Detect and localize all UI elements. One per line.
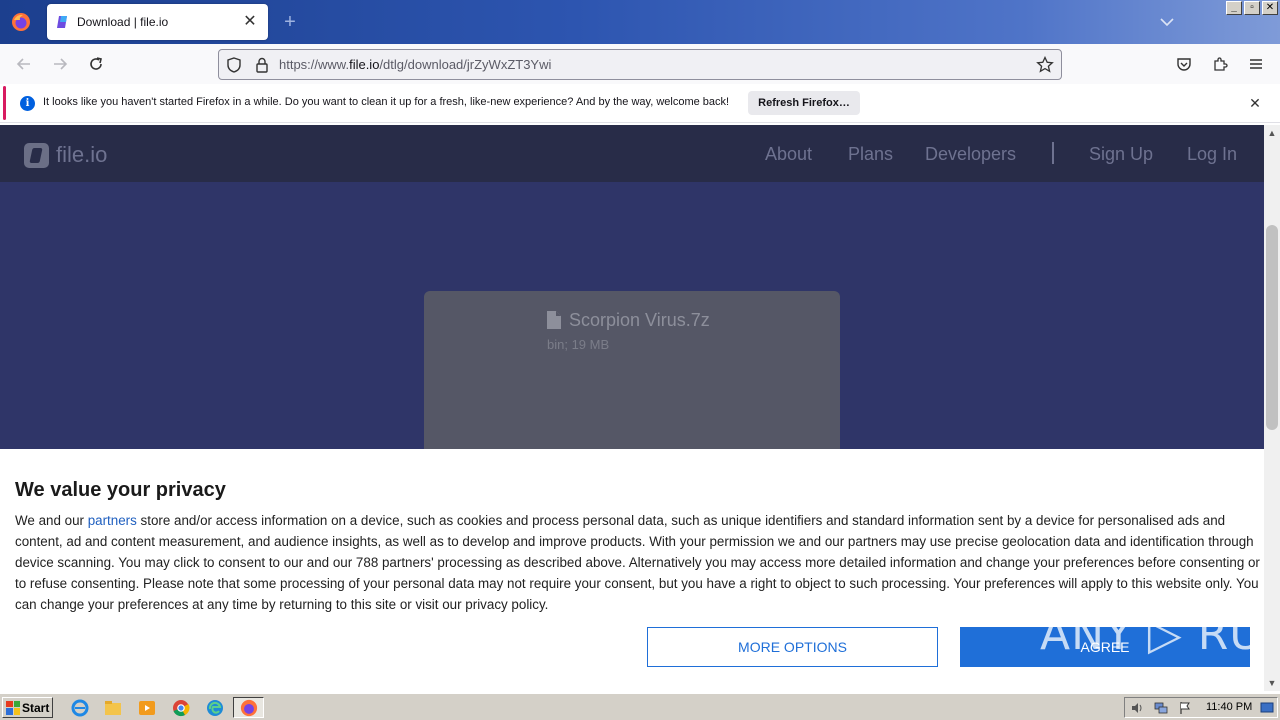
browser-titlebar: Download | file.io ✕ + _ ▫ ✕ (0, 0, 1280, 44)
clock: 11:40 PM (1206, 701, 1253, 713)
tab-title: Download | file.io (77, 15, 169, 29)
nav-log-in[interactable]: Log In (1187, 144, 1237, 165)
back-arrow-icon[interactable] (14, 54, 34, 74)
nav-sign-up[interactable]: Sign Up (1089, 144, 1153, 165)
file-name: Scorpion Virus.7z (569, 310, 710, 330)
internet-explorer-icon[interactable] (71, 699, 89, 717)
refresh-firefox-button[interactable]: Refresh Firefox… (748, 91, 860, 115)
firefox-taskbar-icon (240, 699, 258, 717)
info-icon: i (20, 96, 35, 111)
url-path: /dtlg/download/jrZyWxZT3Ywi (379, 57, 552, 72)
scroll-up-icon[interactable]: ▲ (1264, 125, 1280, 141)
pocket-icon[interactable] (1174, 54, 1194, 74)
file-io-favicon-icon (57, 16, 67, 28)
extensions-puzzle-icon[interactable] (1210, 54, 1230, 74)
file-icon (547, 311, 561, 329)
scroll-thumb[interactable] (1266, 225, 1278, 430)
tab-close-icon[interactable]: ✕ (242, 14, 258, 30)
url-prefix: https://www. (279, 57, 350, 72)
site-header: file.io About Plans Developers Sign Up L… (0, 125, 1264, 182)
windows-taskbar: Start 11:40 PM (0, 693, 1280, 720)
nav-plans[interactable]: Plans (848, 144, 893, 165)
restore-button[interactable]: ▫ (1244, 1, 1260, 15)
nav-about[interactable]: About (765, 144, 812, 165)
file-meta: bin; 19 MB (547, 337, 610, 352)
agree-button[interactable]: AGREE (960, 627, 1250, 667)
list-all-tabs-icon[interactable] (1158, 14, 1176, 30)
forward-arrow-icon[interactable] (50, 54, 70, 74)
file-explorer-icon[interactable] (104, 699, 122, 717)
consent-text-before: We and our (15, 513, 88, 528)
taskbar-firefox-active[interactable] (233, 697, 264, 718)
tracking-protection-shield-icon[interactable] (225, 56, 243, 74)
reload-icon[interactable] (86, 54, 106, 74)
site-logo[interactable]: file.io (24, 142, 107, 168)
minimize-button[interactable]: _ (1226, 1, 1242, 15)
notification-message: It looks like you haven't started Firefo… (43, 96, 730, 108)
firefox-logo-icon[interactable] (0, 0, 42, 44)
action-center-flag-icon[interactable] (1178, 701, 1192, 715)
screen: Download | file.io ✕ + _ ▫ ✕ https://www… (0, 0, 1280, 720)
hamburger-menu-icon[interactable] (1246, 54, 1266, 74)
url-text: https://www.file.io/dtlg/download/jrZyWx… (279, 57, 551, 72)
scroll-down-icon[interactable]: ▼ (1264, 675, 1280, 691)
page-scrollbar[interactable]: ▲ ▼ (1264, 125, 1280, 691)
url-bar[interactable]: https://www.file.io/dtlg/download/jrZyWx… (218, 49, 1062, 80)
nav-developers[interactable]: Developers (925, 144, 1016, 165)
privacy-consent-dialog: We value your privacy We and our partner… (0, 449, 1280, 691)
consent-title: We value your privacy (15, 479, 226, 501)
notification-close-icon[interactable]: ✕ (1247, 95, 1263, 111)
start-button[interactable]: Start (2, 697, 53, 718)
consent-text-after: store and/or access information on a dev… (15, 513, 1260, 612)
bookmark-star-icon[interactable] (1036, 56, 1054, 74)
url-domain: file.io (349, 57, 380, 72)
chrome-icon[interactable] (172, 699, 190, 717)
new-tab-button[interactable]: + (280, 10, 300, 34)
edge-icon[interactable] (206, 699, 224, 717)
window-controls: _ ▫ ✕ (1226, 1, 1278, 15)
file-io-logo-icon (24, 142, 49, 168)
firefox-notification-bar: i It looks like you haven't started Fire… (0, 84, 1280, 123)
volume-icon[interactable] (1130, 701, 1144, 715)
navigation-toolbar: https://www.file.io/dtlg/download/jrZyWx… (0, 44, 1280, 84)
site-logo-text: file.io (56, 142, 108, 167)
close-window-button[interactable]: ✕ (1262, 1, 1278, 15)
more-options-button[interactable]: MORE OPTIONS (647, 627, 938, 667)
tab-download-file-io[interactable]: Download | file.io ✕ (47, 4, 268, 40)
padlock-icon[interactable] (253, 56, 271, 74)
show-desktop-icon[interactable] (1260, 701, 1274, 715)
windows-logo-icon (6, 700, 20, 715)
nav-divider (1052, 142, 1054, 164)
start-label: Start (22, 700, 50, 715)
system-tray: 11:40 PM (1124, 697, 1278, 718)
notification-accent (3, 86, 6, 120)
partners-link[interactable]: partners (88, 513, 137, 528)
media-player-icon[interactable] (138, 699, 156, 717)
consent-body: We and our partners store and/or access … (15, 510, 1265, 615)
network-icon[interactable] (1154, 701, 1168, 715)
